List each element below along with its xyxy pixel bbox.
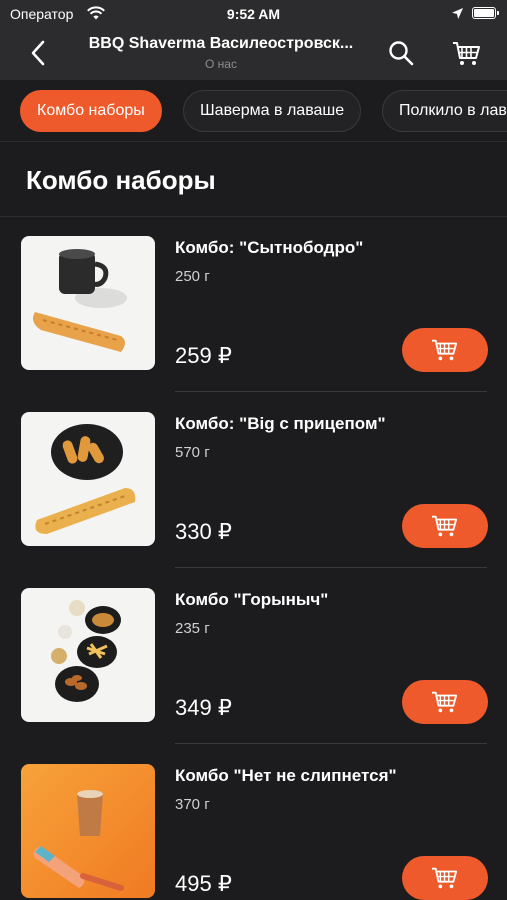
navigation-bar: BBQ Shaverma Василеостровск... О нас bbox=[0, 28, 507, 80]
product-price: 330 ₽ bbox=[175, 519, 232, 544]
product-image bbox=[21, 764, 155, 898]
about-link[interactable]: О нас bbox=[66, 57, 376, 71]
status-time: 9:52 AM bbox=[226, 6, 281, 22]
add-to-cart-button[interactable] bbox=[402, 680, 488, 724]
battery-icon bbox=[472, 7, 499, 19]
product-name: Комбо: "Сытнободро" bbox=[175, 238, 364, 257]
product-image bbox=[21, 412, 155, 546]
product-card[interactable]: Комбо "Нет не слипнется" 370 г 495 ₽ bbox=[0, 744, 507, 900]
product-name: Комбо "Нет не слипнется" bbox=[175, 766, 397, 785]
page-title: BBQ Shaverma Василеостровск... bbox=[88, 35, 354, 52]
tab-shawarma-lavash[interactable]: Шаверма в лаваше bbox=[183, 90, 362, 132]
cart-icon bbox=[432, 515, 458, 537]
tab-combo-sets[interactable]: Комбо наборы bbox=[20, 90, 162, 132]
product-price: 259 ₽ bbox=[175, 343, 232, 368]
back-button[interactable] bbox=[24, 38, 52, 68]
tab-half-kilo-lavash[interactable]: Полкило в лаваше bbox=[382, 90, 507, 132]
product-weight: 370 г bbox=[175, 796, 210, 813]
product-card[interactable]: Комбо: "Big с прицепом" 570 г 330 ₽ bbox=[0, 392, 507, 568]
product-name: Комбо: "Big с прицепом" bbox=[175, 414, 386, 433]
location-arrow-icon bbox=[452, 8, 463, 19]
status-bar: Оператор 9:52 AM bbox=[0, 0, 507, 28]
product-price: 495 ₽ bbox=[175, 871, 232, 896]
section-title: Комбо наборы bbox=[26, 165, 216, 195]
category-tabs: Комбо наборы Шаверма в лаваше Полкило в … bbox=[0, 80, 507, 142]
product-image bbox=[21, 588, 155, 722]
cart-icon bbox=[432, 867, 458, 889]
product-image bbox=[21, 236, 155, 370]
product-name: Комбо "Горыныч" bbox=[175, 590, 329, 609]
cart-icon bbox=[432, 339, 458, 361]
cart-icon bbox=[432, 691, 458, 713]
product-weight: 570 г bbox=[175, 444, 210, 461]
product-card[interactable]: Комбо: "Сытнободро" 250 г 259 ₽ bbox=[0, 216, 507, 392]
product-card[interactable]: Комбо "Горыныч" 235 г 349 ₽ bbox=[0, 568, 507, 744]
chevron-left-icon bbox=[31, 40, 45, 66]
add-to-cart-button[interactable] bbox=[402, 856, 488, 900]
product-weight: 235 г bbox=[175, 620, 210, 637]
product-weight: 250 г bbox=[175, 268, 210, 285]
add-to-cart-button[interactable] bbox=[402, 504, 488, 548]
add-to-cart-button[interactable] bbox=[402, 328, 488, 372]
search-icon[interactable] bbox=[386, 38, 416, 68]
product-price: 349 ₽ bbox=[175, 695, 232, 720]
cart-icon[interactable] bbox=[450, 37, 482, 69]
